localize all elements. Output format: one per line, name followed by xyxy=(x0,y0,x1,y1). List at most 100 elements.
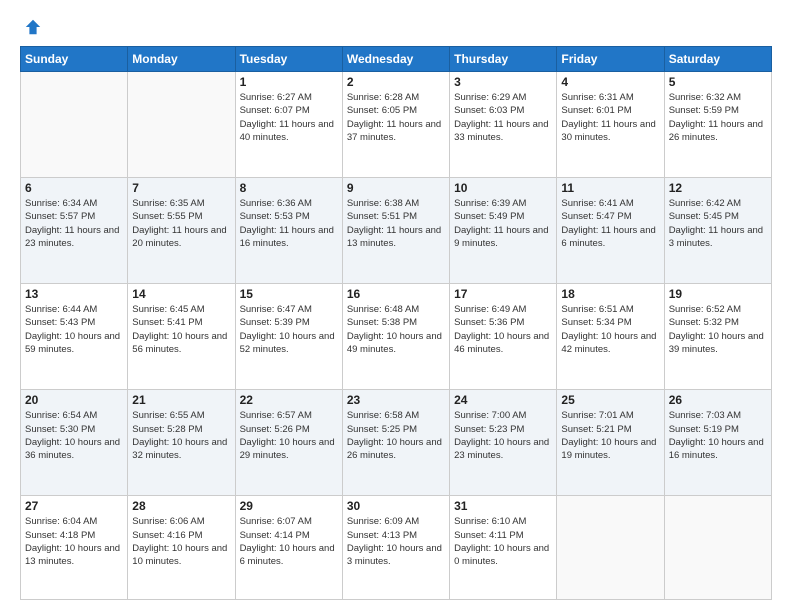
calendar-cell: 24 Sunrise: 7:00 AMSunset: 5:23 PMDayligh… xyxy=(450,390,557,496)
day-number: 17 xyxy=(454,287,552,301)
weekday-header-row: SundayMondayTuesdayWednesdayThursdayFrid… xyxy=(21,47,772,72)
day-number: 16 xyxy=(347,287,445,301)
day-number: 24 xyxy=(454,393,552,407)
day-info: Sunrise: 7:00 AMSunset: 5:23 PMDaylight:… xyxy=(454,409,552,462)
calendar-cell: 19Sunrise: 6:52 AMSunset: 5:32 PMDayligh… xyxy=(664,284,771,390)
day-info: Sunrise: 6:28 AMSunset: 6:05 PMDaylight:… xyxy=(347,91,445,144)
calendar-cell: 23 Sunrise: 6:58 AMSunset: 5:25 PMDayligh… xyxy=(342,390,449,496)
calendar-cell: 25 Sunrise: 7:01 AMSunset: 5:21 PMDayligh… xyxy=(557,390,664,496)
day-info: Sunrise: 6:31 AMSunset: 6:01 PMDaylight:… xyxy=(561,91,659,144)
day-number: 4 xyxy=(561,75,659,89)
calendar-cell: 6Sunrise: 6:34 AMSunset: 5:57 PMDaylight… xyxy=(21,178,128,284)
calendar-cell xyxy=(557,496,664,600)
day-info: Sunrise: 6:07 AMSunset: 4:14 PMDaylight:… xyxy=(240,515,338,568)
day-number: 9 xyxy=(347,181,445,195)
calendar-cell: 28 Sunrise: 6:06 AMSunset: 4:16 PMDayligh… xyxy=(128,496,235,600)
weekday-monday: Monday xyxy=(128,47,235,72)
day-number: 22 xyxy=(240,393,338,407)
day-info: Sunrise: 6:35 AMSunset: 5:55 PMDaylight:… xyxy=(132,197,230,250)
weekday-tuesday: Tuesday xyxy=(235,47,342,72)
calendar-cell: 1Sunrise: 6:27 AMSunset: 6:07 PMDaylight… xyxy=(235,72,342,178)
day-info: Sunrise: 6:58 AMSunset: 5:25 PMDaylight:… xyxy=(347,409,445,462)
day-info: Sunrise: 6:36 AMSunset: 5:53 PMDaylight:… xyxy=(240,197,338,250)
day-info: Sunrise: 6:42 AMSunset: 5:45 PMDaylight:… xyxy=(669,197,767,250)
calendar-week-5: 27 Sunrise: 6:04 AMSunset: 4:18 PMDayligh… xyxy=(21,496,772,600)
calendar-week-3: 13 Sunrise: 6:44 AMSunset: 5:43 PMDayligh… xyxy=(21,284,772,390)
calendar-cell: 7 Sunrise: 6:35 AMSunset: 5:55 PMDaylight… xyxy=(128,178,235,284)
calendar-cell: 31 Sunrise: 6:10 AMSunset: 4:11 PMDayligh… xyxy=(450,496,557,600)
calendar-cell: 5 Sunrise: 6:32 AMSunset: 5:59 PMDaylight… xyxy=(664,72,771,178)
calendar-cell xyxy=(664,496,771,600)
day-info: Sunrise: 6:06 AMSunset: 4:16 PMDaylight:… xyxy=(132,515,230,568)
weekday-saturday: Saturday xyxy=(664,47,771,72)
day-info: Sunrise: 6:34 AMSunset: 5:57 PMDaylight:… xyxy=(25,197,123,250)
day-number: 10 xyxy=(454,181,552,195)
weekday-wednesday: Wednesday xyxy=(342,47,449,72)
calendar-cell: 18 Sunrise: 6:51 AMSunset: 5:34 PMDayligh… xyxy=(557,284,664,390)
calendar-cell: 20 Sunrise: 6:54 AMSunset: 5:30 PMDayligh… xyxy=(21,390,128,496)
calendar-cell: 30 Sunrise: 6:09 AMSunset: 4:13 PMDayligh… xyxy=(342,496,449,600)
day-number: 13 xyxy=(25,287,123,301)
day-number: 27 xyxy=(25,499,123,513)
day-info: Sunrise: 7:01 AMSunset: 5:21 PMDaylight:… xyxy=(561,409,659,462)
day-info: Sunrise: 6:10 AMSunset: 4:11 PMDaylight:… xyxy=(454,515,552,568)
calendar-cell: 21Sunrise: 6:55 AMSunset: 5:28 PMDayligh… xyxy=(128,390,235,496)
calendar-cell: 8 Sunrise: 6:36 AMSunset: 5:53 PMDaylight… xyxy=(235,178,342,284)
calendar-cell: 29Sunrise: 6:07 AMSunset: 4:14 PMDayligh… xyxy=(235,496,342,600)
day-number: 5 xyxy=(669,75,767,89)
day-info: Sunrise: 6:48 AMSunset: 5:38 PMDaylight:… xyxy=(347,303,445,356)
day-info: Sunrise: 6:38 AMSunset: 5:51 PMDaylight:… xyxy=(347,197,445,250)
calendar-cell: 27 Sunrise: 6:04 AMSunset: 4:18 PMDayligh… xyxy=(21,496,128,600)
day-number: 12 xyxy=(669,181,767,195)
day-info: Sunrise: 6:04 AMSunset: 4:18 PMDaylight:… xyxy=(25,515,123,568)
day-info: Sunrise: 6:52 AMSunset: 5:32 PMDaylight:… xyxy=(669,303,767,356)
weekday-thursday: Thursday xyxy=(450,47,557,72)
day-number: 28 xyxy=(132,499,230,513)
day-number: 1 xyxy=(240,75,338,89)
day-info: Sunrise: 6:32 AMSunset: 5:59 PMDaylight:… xyxy=(669,91,767,144)
calendar-week-4: 20 Sunrise: 6:54 AMSunset: 5:30 PMDayligh… xyxy=(21,390,772,496)
logo-icon xyxy=(24,18,42,36)
day-info: Sunrise: 6:39 AMSunset: 5:49 PMDaylight:… xyxy=(454,197,552,250)
logo xyxy=(20,18,42,36)
day-number: 3 xyxy=(454,75,552,89)
day-info: Sunrise: 6:54 AMSunset: 5:30 PMDaylight:… xyxy=(25,409,123,462)
calendar-cell: 2 Sunrise: 6:28 AMSunset: 6:05 PMDaylight… xyxy=(342,72,449,178)
day-number: 8 xyxy=(240,181,338,195)
day-info: Sunrise: 6:44 AMSunset: 5:43 PMDaylight:… xyxy=(25,303,123,356)
calendar-cell xyxy=(21,72,128,178)
calendar-cell: 4 Sunrise: 6:31 AMSunset: 6:01 PMDaylight… xyxy=(557,72,664,178)
calendar-cell: 9 Sunrise: 6:38 AMSunset: 5:51 PMDaylight… xyxy=(342,178,449,284)
calendar-cell: 12 Sunrise: 6:42 AMSunset: 5:45 PMDayligh… xyxy=(664,178,771,284)
header xyxy=(20,18,772,36)
weekday-sunday: Sunday xyxy=(21,47,128,72)
day-number: 15 xyxy=(240,287,338,301)
day-info: Sunrise: 6:49 AMSunset: 5:36 PMDaylight:… xyxy=(454,303,552,356)
calendar-week-1: 1Sunrise: 6:27 AMSunset: 6:07 PMDaylight… xyxy=(21,72,772,178)
calendar-cell: 17 Sunrise: 6:49 AMSunset: 5:36 PMDayligh… xyxy=(450,284,557,390)
day-info: Sunrise: 7:03 AMSunset: 5:19 PMDaylight:… xyxy=(669,409,767,462)
day-info: Sunrise: 6:47 AMSunset: 5:39 PMDaylight:… xyxy=(240,303,338,356)
day-number: 21 xyxy=(132,393,230,407)
day-info: Sunrise: 6:57 AMSunset: 5:26 PMDaylight:… xyxy=(240,409,338,462)
day-number: 7 xyxy=(132,181,230,195)
day-info: Sunrise: 6:09 AMSunset: 4:13 PMDaylight:… xyxy=(347,515,445,568)
day-number: 18 xyxy=(561,287,659,301)
day-number: 20 xyxy=(25,393,123,407)
day-info: Sunrise: 6:29 AMSunset: 6:03 PMDaylight:… xyxy=(454,91,552,144)
calendar-cell: 26 Sunrise: 7:03 AMSunset: 5:19 PMDayligh… xyxy=(664,390,771,496)
day-info: Sunrise: 6:41 AMSunset: 5:47 PMDaylight:… xyxy=(561,197,659,250)
calendar-table: SundayMondayTuesdayWednesdayThursdayFrid… xyxy=(20,46,772,600)
calendar-cell: 11Sunrise: 6:41 AMSunset: 5:47 PMDayligh… xyxy=(557,178,664,284)
calendar-cell: 3 Sunrise: 6:29 AMSunset: 6:03 PMDaylight… xyxy=(450,72,557,178)
day-number: 25 xyxy=(561,393,659,407)
day-number: 26 xyxy=(669,393,767,407)
calendar-cell: 16 Sunrise: 6:48 AMSunset: 5:38 PMDayligh… xyxy=(342,284,449,390)
day-number: 2 xyxy=(347,75,445,89)
day-number: 23 xyxy=(347,393,445,407)
day-info: Sunrise: 6:45 AMSunset: 5:41 PMDaylight:… xyxy=(132,303,230,356)
day-info: Sunrise: 6:51 AMSunset: 5:34 PMDaylight:… xyxy=(561,303,659,356)
day-number: 31 xyxy=(454,499,552,513)
page: SundayMondayTuesdayWednesdayThursdayFrid… xyxy=(0,0,792,612)
day-number: 30 xyxy=(347,499,445,513)
